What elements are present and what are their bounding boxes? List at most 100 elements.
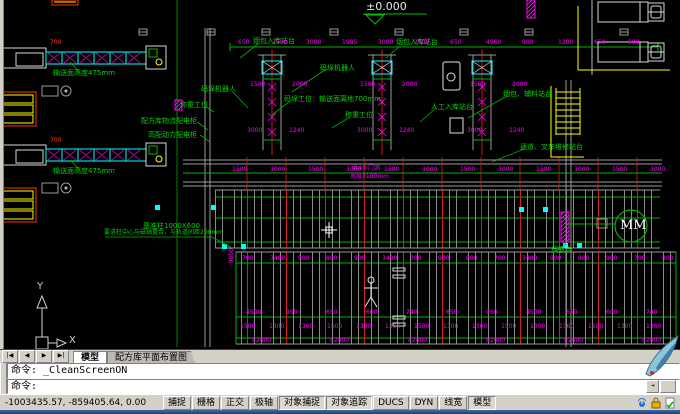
dimension-text: 1360 xyxy=(298,324,313,330)
command-input-line[interactable]: 命令: ◄ xyxy=(7,379,680,394)
dimension-text: 3000 xyxy=(378,40,393,46)
command-scrollbar[interactable]: ◄ xyxy=(646,380,676,393)
status-button-lineweight[interactable]: 线宽 xyxy=(439,396,467,410)
label-logistics-cabinet: 配方库物流配电柜 xyxy=(141,117,197,125)
prev-tab-button[interactable]: ◀ xyxy=(19,350,35,363)
dimension-text: 1500 xyxy=(250,82,265,88)
dimension-text: 650 xyxy=(566,310,577,316)
dimension-text: 4500 xyxy=(246,310,261,316)
label-palletizer-robot-left: 码垛机器人 xyxy=(201,85,236,93)
dimension-text: 700 xyxy=(494,256,505,262)
dimension-text: 4960 xyxy=(486,40,501,46)
dimension-text: 1300 xyxy=(530,324,545,330)
dimension-text: 1500 xyxy=(360,82,375,88)
upper-rack-band xyxy=(215,190,660,248)
drawing-canvas[interactable]: ±0.000 MM Y X 烟包入库站台 烟包入库站台 码垛机器人 称重工位 配… xyxy=(0,0,680,349)
dimension-text: 900 xyxy=(298,256,309,262)
last-tab-button[interactable]: ▶| xyxy=(53,350,69,363)
truck-icon xyxy=(598,2,664,22)
label-conveyor-height-2: 输送面高度475mm xyxy=(53,167,115,175)
window-bottom-border xyxy=(0,410,680,414)
label-vertical-dimension: 9000 xyxy=(228,248,236,263)
toolbar-lock-icon[interactable] xyxy=(650,397,662,409)
dimension-text: 1300 xyxy=(443,324,458,330)
dimension-text: 650 xyxy=(238,40,249,46)
status-bar: -1003435.57, -859405.64, 0.00 捕捉 栅格 正交 极… xyxy=(0,394,680,411)
dimension-text: 1240 xyxy=(509,128,524,134)
command-window-grip[interactable] xyxy=(0,363,7,394)
tab-nav-buttons: |◀ ◀ ▶ ▶| xyxy=(2,350,70,363)
status-button-model[interactable]: 模型 xyxy=(468,396,496,410)
dimension-text: 800 xyxy=(578,256,589,262)
next-tab-button[interactable]: ▶ xyxy=(36,350,52,363)
dimension-text: 900 xyxy=(522,40,533,46)
dimension-text: 800 xyxy=(326,256,337,262)
label-palletizer-robot-mid: 码垛机器人 xyxy=(320,64,355,72)
label-weighing-station-mid: 称重工位 xyxy=(345,111,373,119)
dimension-text: 1500 xyxy=(536,167,551,173)
label-conveyor-height-1: 输送面高度475mm xyxy=(53,69,115,77)
dimension-text: 600 xyxy=(606,310,617,316)
associated-standards-icon[interactable] xyxy=(664,397,676,409)
dimension-text: 950 xyxy=(486,310,497,316)
dimension-text: 700 xyxy=(634,256,645,262)
dimension-text: 3000 xyxy=(574,167,589,173)
status-button-snap[interactable]: 捕捉 xyxy=(163,396,191,410)
status-button-dyn[interactable]: DYN xyxy=(410,396,439,410)
command-prompt[interactable]: 命令: xyxy=(11,380,646,393)
clipped-top-element xyxy=(52,0,78,5)
dimension-text: 650 xyxy=(450,40,461,46)
coordinate-readout[interactable]: -1003435.57, -859405.64, 0.00 xyxy=(0,398,163,408)
status-button-osnap[interactable]: 对象捕捉 xyxy=(279,396,325,410)
dimension-text: 2000 xyxy=(512,82,527,88)
status-tray xyxy=(634,397,676,409)
dimension-text: 1500 xyxy=(232,167,247,173)
dimension-text: 1985 xyxy=(342,40,357,46)
window-left-edge xyxy=(0,0,4,349)
dimension-text: 1360 xyxy=(472,324,487,330)
dimension-text: 3000 xyxy=(422,167,437,173)
dimension-text: 3400 xyxy=(522,256,537,262)
scroll-left-icon[interactable]: ◄ xyxy=(646,380,659,393)
elevation-mark xyxy=(363,14,427,24)
autocad-logo xyxy=(642,334,680,378)
status-button-ducs[interactable]: DUCS xyxy=(373,396,409,410)
label-pick-point: 反取点 xyxy=(551,246,572,254)
autocad-window: ±0.000 MM Y X 烟包入库站台 烟包入库站台 码垛机器人 称重工位 配… xyxy=(0,0,680,414)
dimension-text: 3000 xyxy=(467,128,482,134)
dimension-text: 3000 xyxy=(270,167,285,173)
dimension-text: 1500 xyxy=(501,324,516,330)
dimension-text: 3000 xyxy=(650,167,665,173)
dimension-text: 900 xyxy=(438,256,449,262)
scroll-thumb[interactable] xyxy=(660,380,676,393)
label-column-requirement: 要求柱中心与磁轴重合，与轨道间距200mm xyxy=(104,229,223,237)
first-tab-button[interactable]: |◀ xyxy=(2,350,18,363)
status-button-ortho[interactable]: 正交 xyxy=(221,396,249,410)
dimension-text: 1500 xyxy=(308,167,323,173)
dimension-text: 1500 xyxy=(588,324,603,330)
ucs-y-label: Y xyxy=(37,281,43,292)
label-palletizing-station: 码垛工位：输送面离地700mm xyxy=(284,95,381,103)
elevation-label: ±0.000 xyxy=(366,0,407,13)
command-window: 命令: _CleanScreenON 命令: ◄ xyxy=(0,363,680,394)
mm-bubble-label: MM xyxy=(620,218,647,233)
dimension-text: 3000 xyxy=(357,128,372,134)
forklift-icon xyxy=(0,92,36,126)
dimension-text: 700 xyxy=(242,256,253,262)
dimension-text: 1240 xyxy=(289,128,304,134)
communication-center-icon[interactable] xyxy=(636,397,648,409)
dimension-text: 1200 xyxy=(558,40,573,46)
dimension-text: 1500 xyxy=(460,167,475,173)
status-button-otrack[interactable]: 对象追踪 xyxy=(326,396,372,410)
status-button-polar[interactable]: 极轴 xyxy=(250,396,278,410)
dimension-text: 1300 xyxy=(269,324,284,330)
dimension-text: 82400 xyxy=(330,338,349,344)
dimension-text: 740 xyxy=(646,310,657,316)
dimension-text: 740 xyxy=(406,310,417,316)
dimension-text: 4500 xyxy=(526,310,541,316)
palletizer-tower xyxy=(468,49,496,155)
layout-tab-bar: |◀ ◀ ▶ ▶| 模型 配方库平面布置图 xyxy=(0,349,680,364)
dimension-text: 1500 xyxy=(240,324,255,330)
status-button-grid[interactable]: 栅格 xyxy=(192,396,220,410)
label-power-cabinet: 高配动力配电柜 xyxy=(148,131,197,139)
